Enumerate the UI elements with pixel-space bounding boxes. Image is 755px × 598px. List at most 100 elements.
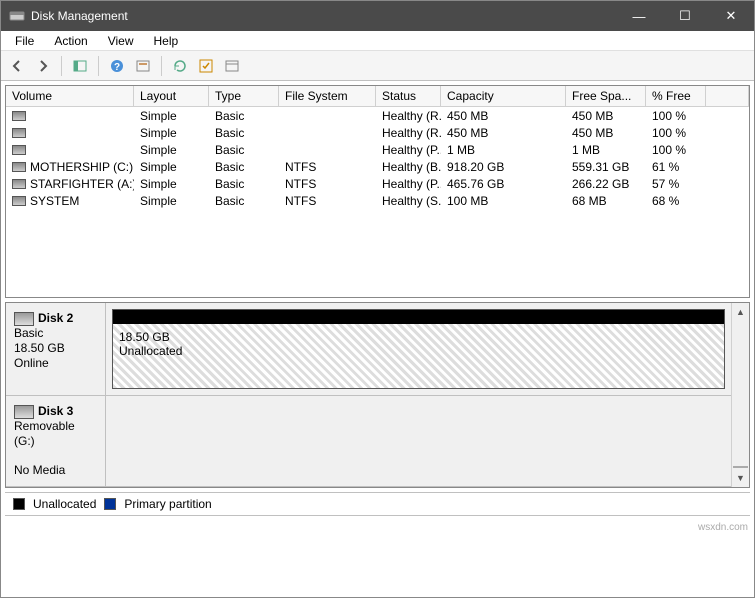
- swatch-primary: [104, 498, 116, 510]
- cell-pct: 100 %: [646, 143, 706, 157]
- col-layout[interactable]: Layout: [134, 86, 209, 106]
- disk-map: Disk 2 Basic 18.50 GB Online 18.50 GB Un…: [5, 302, 750, 488]
- cell-type: Basic: [209, 177, 279, 191]
- cell-capacity: 450 MB: [441, 126, 566, 140]
- maximize-button[interactable]: ☐: [662, 1, 708, 31]
- volume-icon: [12, 196, 26, 206]
- disk-state: No Media: [14, 463, 97, 478]
- disk-type: Removable (G:): [14, 419, 97, 449]
- col-freespace[interactable]: Free Spa...: [566, 86, 646, 106]
- menu-view[interactable]: View: [98, 32, 144, 50]
- forward-button[interactable]: [31, 54, 55, 78]
- swatch-unallocated: [13, 498, 25, 510]
- legend: Unallocated Primary partition: [5, 492, 750, 516]
- cell-layout: Simple: [134, 109, 209, 123]
- col-pctfree[interactable]: % Free: [646, 86, 706, 106]
- cell-status: Healthy (R...: [376, 109, 441, 123]
- disk-type: Basic: [14, 326, 97, 341]
- table-row[interactable]: SYSTEMSimpleBasicNTFSHealthy (S...100 MB…: [6, 192, 749, 209]
- partition-header: [113, 310, 724, 324]
- cell-free: 68 MB: [566, 194, 646, 208]
- help-button[interactable]: ?: [105, 54, 129, 78]
- cell-pct: 61 %: [646, 160, 706, 174]
- cell-type: Basic: [209, 126, 279, 140]
- scroll-down-button[interactable]: ▼: [732, 469, 749, 487]
- scroll-up-button[interactable]: ▲: [732, 303, 749, 321]
- cell-layout: Simple: [134, 143, 209, 157]
- window-controls: — ☐ ✕: [616, 1, 754, 31]
- scrollbar[interactable]: ▲ ▼: [731, 303, 749, 487]
- disk-title: Disk 3: [38, 404, 73, 418]
- scroll-thumb[interactable]: [733, 466, 748, 468]
- cell-fs: NTFS: [279, 194, 376, 208]
- watermark: wsxdn.com: [698, 522, 748, 533]
- cell-volume: [6, 143, 134, 157]
- volume-icon: [12, 111, 26, 121]
- action-list-button[interactable]: [194, 54, 218, 78]
- col-type[interactable]: Type: [209, 86, 279, 106]
- show-hide-button[interactable]: [68, 54, 92, 78]
- cell-fs: NTFS: [279, 160, 376, 174]
- cell-status: Healthy (P...: [376, 143, 441, 157]
- partition-box[interactable]: 18.50 GB Unallocated: [112, 309, 725, 389]
- menu-action[interactable]: Action: [44, 32, 97, 50]
- cell-pct: 100 %: [646, 109, 706, 123]
- properties-button[interactable]: [220, 54, 244, 78]
- table-row[interactable]: SimpleBasicHealthy (R...450 MB450 MB100 …: [6, 107, 749, 124]
- cell-free: 450 MB: [566, 109, 646, 123]
- close-button[interactable]: ✕: [708, 1, 754, 31]
- menu-file[interactable]: File: [5, 32, 44, 50]
- col-filesystem[interactable]: File System: [279, 86, 376, 106]
- cell-status: Healthy (B...: [376, 160, 441, 174]
- menubar: File Action View Help: [1, 31, 754, 51]
- back-button[interactable]: [5, 54, 29, 78]
- volume-icon: [12, 145, 26, 155]
- volume-icon: [12, 179, 26, 189]
- disk-entry-disk3[interactable]: Disk 3 Removable (G:) No Media: [6, 396, 731, 487]
- partition-size: 18.50 GB: [119, 330, 718, 344]
- app-icon: [9, 8, 25, 24]
- cell-free: 450 MB: [566, 126, 646, 140]
- disk-icon: [14, 312, 34, 326]
- disk-graphic: 18.50 GB Unallocated: [106, 303, 731, 395]
- col-capacity[interactable]: Capacity: [441, 86, 566, 106]
- toolbar-separator: [161, 56, 162, 76]
- svg-text:?: ?: [114, 62, 120, 73]
- disk-entry-disk2[interactable]: Disk 2 Basic 18.50 GB Online 18.50 GB Un…: [6, 303, 731, 396]
- table-row[interactable]: SimpleBasicHealthy (R...450 MB450 MB100 …: [6, 124, 749, 141]
- cell-capacity: 1 MB: [441, 143, 566, 157]
- disk-graphic: [106, 396, 731, 486]
- cell-pct: 57 %: [646, 177, 706, 191]
- col-status[interactable]: Status: [376, 86, 441, 106]
- menu-help[interactable]: Help: [144, 32, 189, 50]
- cell-volume: [6, 109, 134, 123]
- volume-icon: [12, 128, 26, 138]
- legend-unallocated: Unallocated: [33, 497, 96, 511]
- cell-capacity: 918.20 GB: [441, 160, 566, 174]
- cell-free: 1 MB: [566, 143, 646, 157]
- refresh-button[interactable]: [168, 54, 192, 78]
- col-volume[interactable]: Volume: [6, 86, 134, 106]
- disk-size: 18.50 GB: [14, 341, 97, 356]
- settings-button[interactable]: [131, 54, 155, 78]
- disk-info: Disk 2 Basic 18.50 GB Online: [6, 303, 106, 395]
- cell-volume: SYSTEM: [6, 194, 134, 208]
- cell-free: 559.31 GB: [566, 160, 646, 174]
- table-row[interactable]: SimpleBasicHealthy (P...1 MB1 MB100 %: [6, 141, 749, 158]
- disk-info: Disk 3 Removable (G:) No Media: [6, 396, 106, 486]
- table-row[interactable]: MOTHERSHIP (C:)SimpleBasicNTFSHealthy (B…: [6, 158, 749, 175]
- cell-status: Healthy (P...: [376, 177, 441, 191]
- cell-layout: Simple: [134, 194, 209, 208]
- cell-pct: 68 %: [646, 194, 706, 208]
- volume-rows: SimpleBasicHealthy (R...450 MB450 MB100 …: [6, 107, 749, 297]
- disk-title: Disk 2: [38, 311, 73, 325]
- minimize-button[interactable]: —: [616, 1, 662, 31]
- cell-capacity: 100 MB: [441, 194, 566, 208]
- partition-label: Unallocated: [119, 344, 718, 358]
- cell-volume: STARFIGHTER (A:): [6, 177, 134, 191]
- col-spacer: [706, 86, 749, 106]
- toolbar: ?: [1, 51, 754, 81]
- table-row[interactable]: STARFIGHTER (A:)SimpleBasicNTFSHealthy (…: [6, 175, 749, 192]
- cell-layout: Simple: [134, 177, 209, 191]
- window-titlebar: Disk Management — ☐ ✕: [1, 1, 754, 31]
